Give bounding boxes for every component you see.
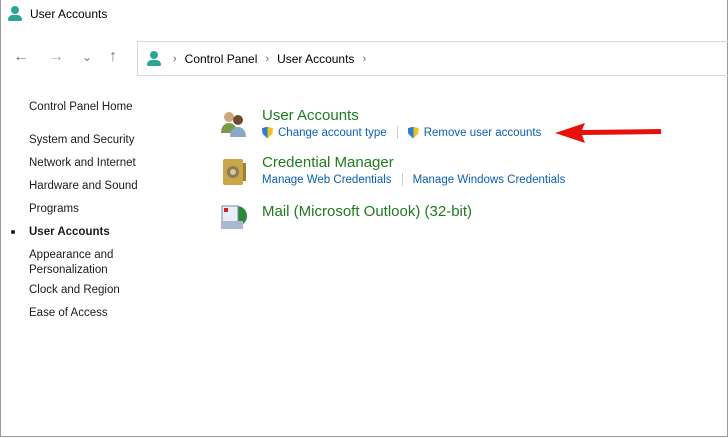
category-credential-manager: Credential Manager Manage Web Credential… bbox=[262, 154, 565, 186]
window-title: User Accounts bbox=[30, 7, 108, 21]
users-icon bbox=[221, 112, 246, 137]
sidebar-item-hardware[interactable]: Hardware and Sound bbox=[29, 180, 138, 192]
breadcrumb-control-panel[interactable]: Control Panel bbox=[185, 52, 258, 66]
sidebar-item-programs[interactable]: Programs bbox=[29, 203, 79, 215]
manage-windows-credentials-link[interactable]: Manage Windows Credentials bbox=[413, 174, 566, 186]
manage-web-credentials-link[interactable]: Manage Web Credentials bbox=[262, 174, 392, 186]
credential-manager-heading-link[interactable]: Credential Manager bbox=[262, 154, 565, 171]
forward-button[interactable]: → bbox=[48, 48, 64, 66]
chevron-right-icon[interactable]: › bbox=[362, 53, 366, 65]
credential-manager-icon bbox=[223, 159, 246, 185]
sidebar-item-personalization[interactable]: Personalization bbox=[29, 264, 108, 276]
title-bar: User Accounts bbox=[8, 6, 107, 22]
back-button[interactable]: ← bbox=[13, 48, 29, 66]
user-accounts-icon bbox=[8, 6, 22, 22]
up-button[interactable]: ↑ bbox=[109, 48, 117, 66]
sidebar-item-control-panel-home[interactable]: Control Panel Home bbox=[29, 101, 133, 113]
address-bar[interactable]: › Control Panel › User Accounts › bbox=[137, 41, 728, 76]
divider bbox=[401, 173, 403, 186]
mail-heading-link[interactable]: Mail (Microsoft Outlook) (32-bit) bbox=[262, 203, 472, 220]
category-mail: Mail (Microsoft Outlook) (32-bit) bbox=[262, 203, 472, 220]
mail-icon bbox=[221, 205, 247, 229]
red-arrow-annotation-icon bbox=[555, 123, 661, 143]
user-accounts-heading-link[interactable]: User Accounts bbox=[262, 107, 541, 124]
chevron-right-icon: › bbox=[265, 52, 270, 65]
active-bullet-icon bbox=[11, 230, 15, 234]
divider bbox=[396, 126, 398, 139]
user-accounts-icon bbox=[147, 50, 161, 67]
sidebar-item-appearance[interactable]: Appearance and bbox=[29, 249, 113, 261]
sidebar-item-clock-region[interactable]: Clock and Region bbox=[29, 284, 120, 296]
breadcrumb-user-accounts[interactable]: User Accounts bbox=[277, 52, 354, 66]
uac-shield-icon bbox=[407, 126, 419, 139]
chevron-right-icon: › bbox=[173, 52, 177, 65]
sidebar-item-network[interactable]: Network and Internet bbox=[29, 157, 136, 169]
category-user-accounts: User Accounts Change account type Remove … bbox=[262, 107, 541, 139]
remove-user-accounts-link[interactable]: Remove user accounts bbox=[424, 127, 542, 139]
uac-shield-icon bbox=[262, 126, 273, 139]
recent-locations-button[interactable]: ⌄ bbox=[82, 50, 92, 64]
change-account-type-link[interactable]: Change account type bbox=[278, 127, 387, 139]
sidebar-item-ease-of-access[interactable]: Ease of Access bbox=[29, 307, 108, 319]
sidebar-item-system-security[interactable]: System and Security bbox=[29, 134, 134, 146]
sidebar-item-user-accounts[interactable]: User Accounts bbox=[29, 226, 110, 238]
